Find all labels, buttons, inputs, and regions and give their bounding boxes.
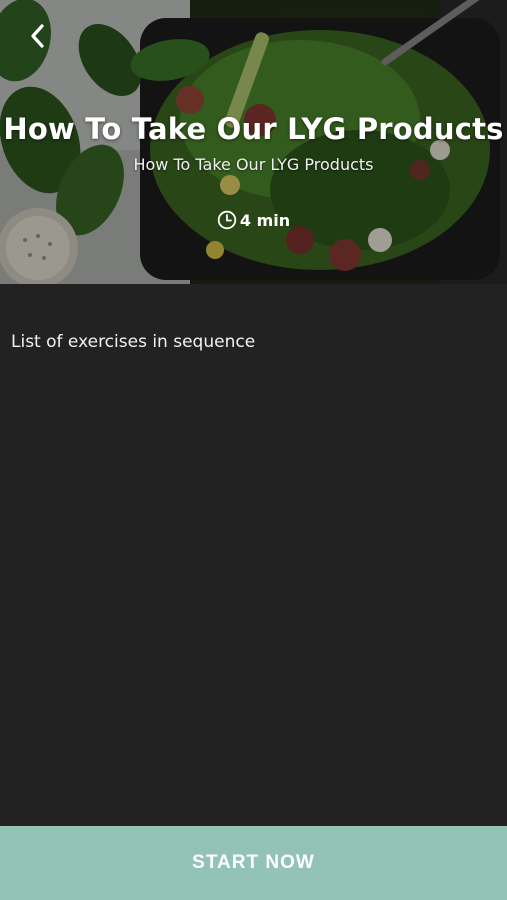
page-subtitle: How To Take Our LYG Products [133,155,374,174]
duration-text: 4 min [239,210,291,230]
back-button[interactable] [22,20,54,52]
start-now-button[interactable]: START NOW [0,826,507,900]
exercise-list-heading: List of exercises in sequence [11,332,256,352]
clock-icon [217,210,237,230]
chevron-left-icon [31,24,44,48]
hero-banner: How To Take Our LYG Products How To Take… [0,0,507,284]
duration-badge: 4 min [0,210,507,230]
page-title: How To Take Our LYG Products [3,112,504,146]
